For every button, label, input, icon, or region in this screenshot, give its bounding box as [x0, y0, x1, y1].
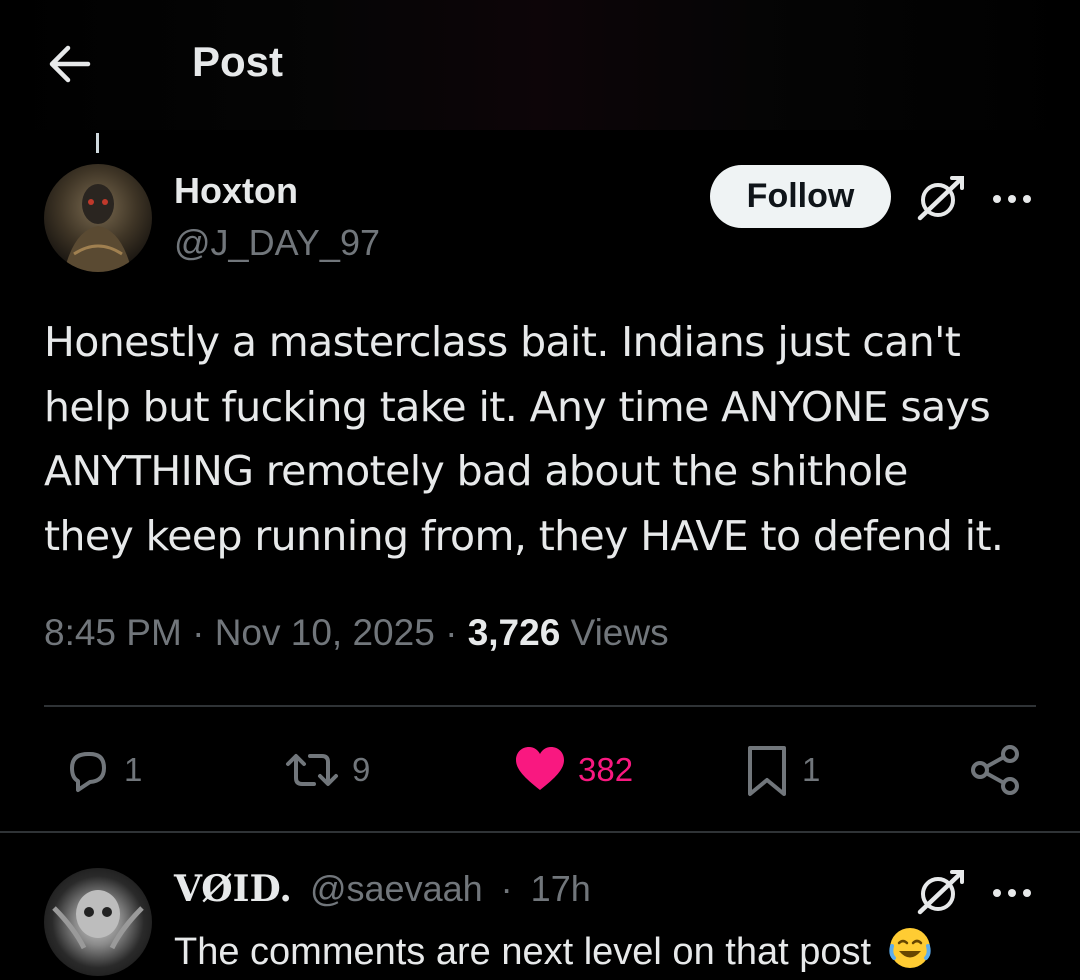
more-options-icon[interactable]: [990, 186, 1034, 212]
share-button[interactable]: [968, 742, 1024, 798]
repost-count: 9: [352, 751, 371, 788]
grok-icon[interactable]: [912, 868, 968, 918]
arrow-left-icon[interactable]: [44, 38, 96, 90]
reply-text-line: The comments are next level on that post: [174, 926, 932, 974]
share-icon: [971, 745, 1019, 795]
post-date[interactable]: Nov 10, 2025: [215, 612, 435, 653]
like-count: 382: [578, 751, 634, 788]
top-bar: [0, 0, 1080, 130]
bookmark-count: 1: [802, 751, 821, 788]
reply-icon: [70, 752, 106, 792]
meta-separator: ·: [445, 612, 458, 653]
post-time[interactable]: 8:45 PM: [44, 612, 182, 653]
views-count: 3,726: [467, 612, 561, 653]
meta-separator: ·: [192, 612, 205, 653]
author-display-name[interactable]: Hoxton: [174, 170, 298, 212]
post-meta: 8:45 PM · Nov 10, 2025 · 3,726 Views: [44, 612, 669, 654]
reply-age[interactable]: 17h: [531, 868, 591, 909]
reply-text: The comments are next level on that post: [174, 931, 872, 973]
like-button[interactable]: 382: [512, 742, 633, 798]
avatar[interactable]: [44, 164, 152, 272]
author-handle[interactable]: @J_DAY_97: [174, 222, 380, 264]
bookmark-icon: [748, 746, 786, 796]
more-options-icon[interactable]: [990, 880, 1034, 906]
bookmark-button[interactable]: 1: [742, 742, 820, 798]
post-text: Honestly a masterclass bait. Indians jus…: [44, 318, 1004, 560]
page-title: Post: [192, 38, 284, 85]
reply-display-name[interactable]: VØID.: [174, 868, 292, 910]
views-label: Views: [570, 612, 669, 653]
repost-icon: [286, 754, 338, 786]
reply-separator: ·: [500, 868, 513, 909]
follow-button[interactable]: Follow: [710, 165, 891, 228]
reply-handle[interactable]: @saevaah: [310, 868, 483, 909]
reply-count: 1: [124, 751, 143, 788]
thread-connector: [96, 133, 99, 153]
repost-button[interactable]: 9: [282, 742, 370, 798]
laughing-tears-emoji-icon: [888, 926, 932, 970]
heart-icon: [516, 747, 564, 790]
reply-header: VØID. @saevaah · 17h: [174, 868, 591, 910]
reply-button[interactable]: 1: [58, 742, 142, 798]
reply-avatar[interactable]: [44, 868, 152, 976]
grok-icon[interactable]: [912, 174, 968, 224]
divider: [44, 705, 1036, 707]
divider: [0, 831, 1080, 833]
